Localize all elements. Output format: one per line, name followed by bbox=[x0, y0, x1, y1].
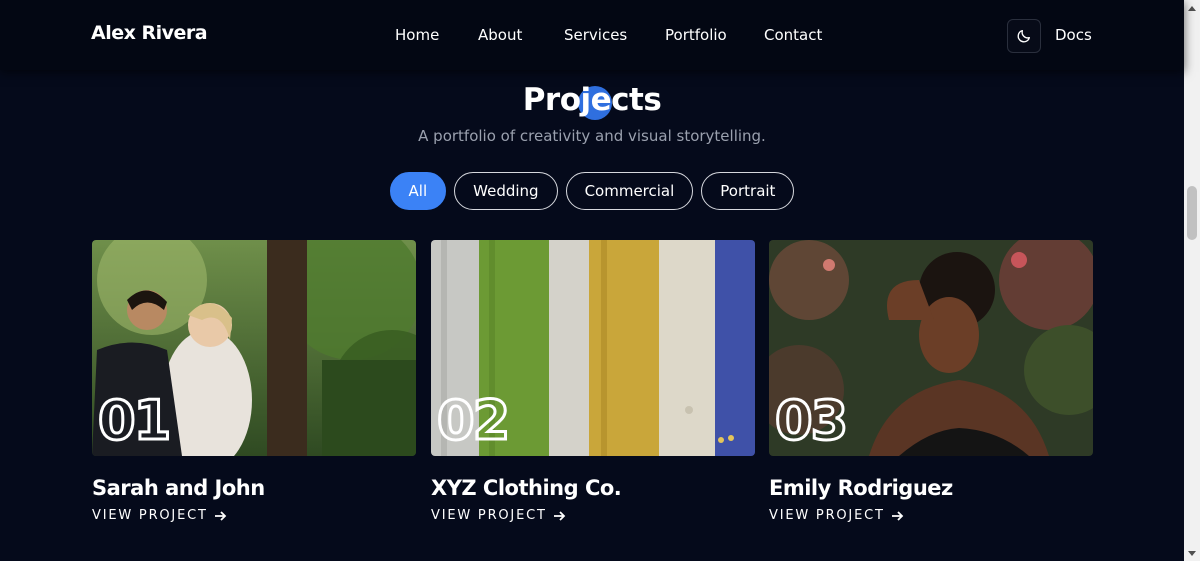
page-scrollbar[interactable] bbox=[1184, 0, 1200, 561]
view-project-link[interactable]: VIEW PROJECT bbox=[431, 508, 755, 523]
site-header: Alex Rivera Home About Services Portfoli… bbox=[0, 0, 1184, 70]
project-number: 01 bbox=[96, 389, 172, 452]
arrow-right-icon bbox=[214, 510, 226, 521]
filter-portrait[interactable]: Portrait bbox=[701, 172, 795, 210]
filter-bar: All Wedding Commercial Portrait bbox=[0, 172, 1184, 210]
nav-portfolio[interactable]: Portfolio bbox=[665, 26, 727, 44]
page-subtitle: A portfolio of creativity and visual sto… bbox=[418, 127, 766, 145]
theme-toggle-button[interactable] bbox=[1007, 19, 1041, 53]
brand-logo[interactable]: Alex Rivera bbox=[91, 22, 208, 44]
view-project-link[interactable]: VIEW PROJECT bbox=[92, 508, 416, 523]
project-title[interactable]: Sarah and John bbox=[92, 476, 416, 500]
section-heading: Projects bbox=[0, 82, 1184, 120]
project-card[interactable]: 01 Sarah and John VIEW PROJECT bbox=[92, 240, 416, 523]
project-image-wedding[interactable]: 01 bbox=[92, 240, 416, 456]
arrow-right-icon bbox=[553, 510, 565, 521]
project-number: 03 bbox=[773, 389, 849, 452]
scroll-down-arrow-icon[interactable] bbox=[1184, 546, 1200, 560]
project-image-clothing[interactable]: 02 bbox=[431, 240, 755, 456]
nav-about[interactable]: About bbox=[478, 26, 522, 44]
project-card[interactable]: 03 Emily Rodriguez VIEW PROJECT bbox=[769, 240, 1093, 523]
page-title: Projects bbox=[522, 82, 662, 120]
project-number: 02 bbox=[435, 389, 511, 452]
scrollbar-thumb[interactable] bbox=[1187, 186, 1197, 240]
project-title[interactable]: Emily Rodriguez bbox=[769, 476, 1093, 500]
arrow-right-icon bbox=[891, 510, 903, 521]
project-card[interactable]: 02 XYZ Clothing Co. VIEW PROJECT bbox=[431, 240, 755, 523]
filter-wedding[interactable]: Wedding bbox=[454, 172, 558, 210]
filter-all[interactable]: All bbox=[389, 172, 447, 210]
nav-services[interactable]: Services bbox=[564, 26, 627, 44]
project-title[interactable]: XYZ Clothing Co. bbox=[431, 476, 755, 500]
moon-icon bbox=[1017, 30, 1030, 43]
nav-contact[interactable]: Contact bbox=[764, 26, 822, 44]
project-image-portrait[interactable]: 03 bbox=[769, 240, 1093, 456]
view-project-link[interactable]: VIEW PROJECT bbox=[769, 508, 1093, 523]
nav-home[interactable]: Home bbox=[395, 26, 439, 44]
scroll-up-arrow-icon[interactable] bbox=[1184, 1, 1200, 15]
docs-link[interactable]: Docs bbox=[1055, 26, 1092, 44]
filter-commercial[interactable]: Commercial bbox=[565, 172, 694, 210]
